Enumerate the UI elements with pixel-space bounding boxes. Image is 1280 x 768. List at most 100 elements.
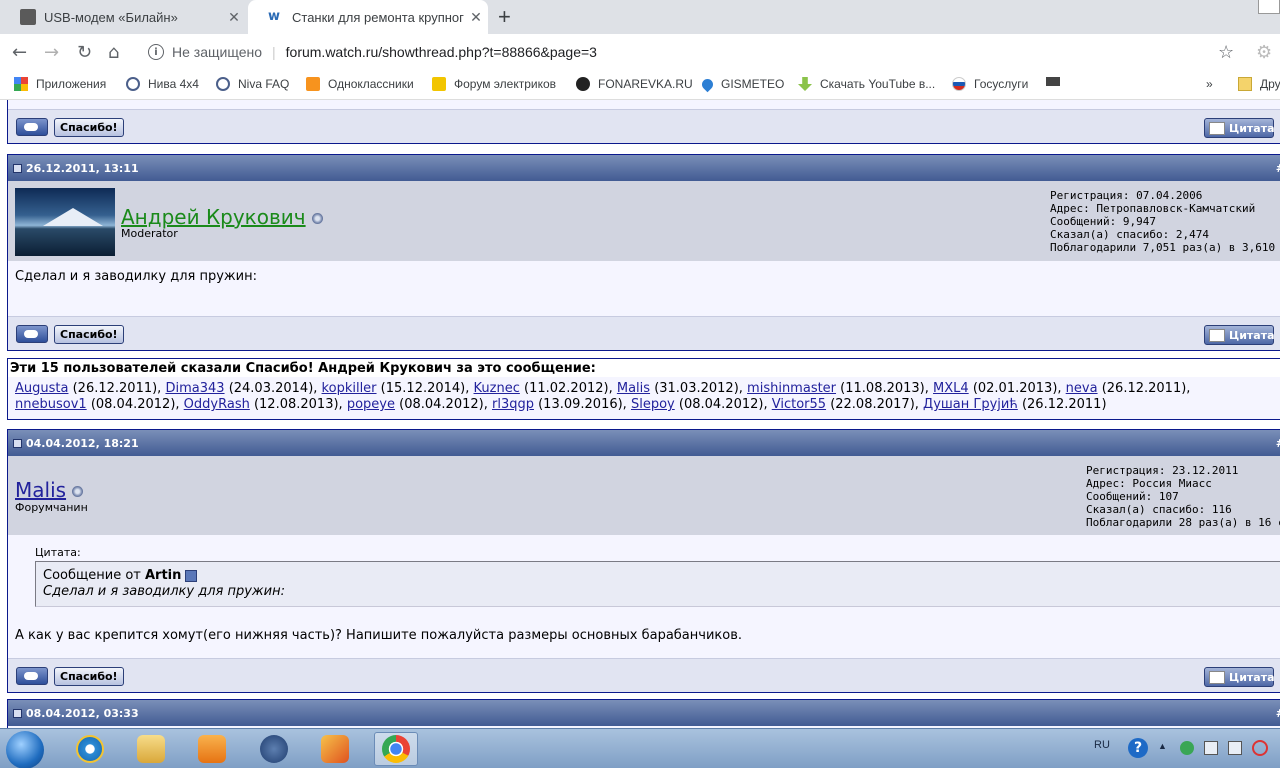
help-icon[interactable]: ? (1128, 738, 1148, 758)
post-body: Сделал и я заводилку для пружин: (8, 261, 1280, 316)
gosuslugi-icon (952, 77, 966, 91)
thanks-user-link[interactable]: popeye (347, 397, 395, 412)
thanks-button[interactable]: Спасибо! (54, 325, 124, 344)
bookmark-laptop[interactable] (1046, 77, 1068, 86)
start-button[interactable] (6, 731, 44, 768)
thanks-user-link[interactable]: nnebusov1 (15, 397, 87, 412)
thanks-user-link[interactable]: Kuznec (474, 381, 520, 396)
paint-icon (321, 735, 349, 763)
tab-usb-modem[interactable]: USB-модем «Билайн» ✕ (0, 0, 246, 34)
taskbar-paint[interactable] (313, 732, 357, 766)
avatar[interactable] (15, 188, 115, 256)
info-icon[interactable]: i (148, 44, 164, 60)
thanks-user-link[interactable]: rl3qgp (492, 397, 534, 412)
back-icon[interactable]: ← (12, 42, 27, 63)
home-icon[interactable]: ⌂ (108, 42, 119, 63)
quote-author: Artin (145, 568, 182, 583)
offline-status-icon (72, 486, 84, 497)
post-number[interactable]: # (1276, 707, 1280, 720)
quote-box: Сообщение от Artin Сделал и я заводилку … (35, 561, 1280, 607)
network-icon[interactable] (1228, 741, 1242, 755)
reply-bubble-icon[interactable] (16, 118, 48, 136)
post-header: 04.04.2012, 18:21 # (8, 430, 1280, 456)
tab-strip: USB-модем «Билайн» ✕ w Станки для ремонт… (0, 0, 1280, 34)
thanks-user-link[interactable]: Victor55 (772, 397, 826, 412)
close-tab-icon[interactable]: ✕ (464, 9, 488, 26)
thanks-user-link[interactable]: kopkiller (322, 381, 377, 396)
post-footer: Спасибо! Цитата (8, 109, 1280, 143)
bookmark-electricians[interactable]: Форум электриков (432, 77, 556, 91)
security-label: Не защищено (172, 44, 262, 60)
thanks-button[interactable]: Спасибо! (54, 118, 124, 137)
username[interactable]: Андрей Крукович (121, 205, 323, 229)
niva-icon (126, 77, 140, 91)
bookmark-fonarevka[interactable]: FONAREVKA.RU (576, 77, 693, 91)
thanks-user-link[interactable]: OddyRash (184, 397, 250, 412)
quote-icon (1209, 122, 1225, 135)
extension-icon[interactable]: ⚙ (1256, 42, 1272, 63)
tray-expand-icon[interactable]: ▲ (1158, 741, 1167, 751)
fonarevka-icon (576, 77, 590, 91)
thanks-user-link[interactable]: Slepoy (631, 397, 675, 412)
thanks-button[interactable]: Спасибо! (54, 667, 124, 686)
laptop-icon (20, 9, 36, 25)
quote-label: Цитата: (35, 546, 81, 559)
volume-muted-icon[interactable] (1252, 740, 1268, 756)
taskbar-hp[interactable] (252, 732, 296, 766)
windows-taskbar: RU ? ▲ (0, 728, 1280, 768)
thanks-user-link[interactable]: MXL4 (933, 381, 969, 396)
thanks-user-link[interactable]: Душан Грујић (923, 397, 1018, 412)
window-controls[interactable] (1258, 0, 1280, 14)
thanks-user-link[interactable]: Malis (617, 381, 650, 396)
new-tab-button[interactable]: + (498, 4, 511, 30)
explorer-icon (137, 735, 165, 763)
bookmark-star-icon[interactable]: ☆ (1218, 42, 1234, 63)
taskbar-ie[interactable] (68, 732, 112, 766)
quote-icon (1209, 329, 1225, 342)
view-post-arrow-icon[interactable] (185, 569, 198, 582)
media-player-icon (198, 735, 226, 763)
taskbar-chrome[interactable] (374, 732, 418, 766)
close-tab-icon[interactable]: ✕ (222, 9, 246, 26)
language-indicator[interactable]: RU (1094, 739, 1110, 751)
bookmarks-more[interactable]: » (1206, 77, 1213, 91)
bookmark-ok[interactable]: Одноклассники (306, 77, 414, 91)
reply-bubble-icon[interactable] (16, 325, 48, 343)
bookmark-niva-faq[interactable]: Niva FAQ (216, 77, 289, 91)
quote-button[interactable]: Цитата (1204, 325, 1275, 345)
bookmark-youtube-download[interactable]: Скачать YouTube в... (798, 77, 935, 91)
forum-post: 26.12.2011, 13:11 # Андрей Крукович Mode… (7, 154, 1280, 351)
tab-watch-forum[interactable]: w Станки для ремонта крупногаба ✕ (248, 0, 488, 34)
quote-button[interactable]: Цитата (1204, 118, 1275, 138)
ie-icon (76, 735, 104, 763)
reply-bubble-icon[interactable] (16, 667, 48, 685)
offline-status-icon (311, 213, 323, 224)
divider: | (272, 44, 276, 60)
quote-button[interactable]: Цитата (1204, 667, 1275, 687)
tray-app-icon[interactable] (1180, 741, 1194, 755)
url-text[interactable]: forum.watch.ru/showthread.php?t=88866&pa… (286, 44, 597, 60)
username[interactable]: Malis (15, 478, 84, 502)
post-number[interactable]: # (1276, 437, 1280, 450)
taskbar-explorer[interactable] (129, 732, 173, 766)
bookmark-gosuslugi[interactable]: Госуслуги (952, 77, 1028, 91)
reload-icon[interactable]: ↻ (77, 42, 92, 63)
taskbar-media-player[interactable] (190, 732, 234, 766)
thanks-user-link[interactable]: Augusta (15, 381, 68, 396)
hp-icon (260, 735, 288, 763)
bookmark-gismeteo[interactable]: GISMETEO (699, 76, 784, 92)
address-bar[interactable]: i Не защищено | forum.watch.ru/showthrea… (140, 38, 1250, 66)
tray-device-icon[interactable] (1204, 741, 1218, 755)
bookmark-other[interactable]: Дру (1238, 77, 1280, 91)
quote-text: Сделал и я заводилку для пружин: (43, 584, 285, 599)
bookmark-apps[interactable]: Приложения (14, 77, 106, 91)
bookmark-niva[interactable]: Нива 4х4 (126, 77, 199, 91)
drop-icon (699, 76, 716, 92)
thanks-user-link[interactable]: Dima343 (165, 381, 224, 396)
thanks-user-link[interactable]: mishinmaster (747, 381, 836, 396)
user-stats: Регистрация: 07.04.2006 Адрес: Петропавл… (1050, 189, 1280, 254)
thanks-user-link[interactable]: neva (1066, 381, 1098, 396)
niva-icon (216, 77, 230, 91)
post-number[interactable]: # (1276, 162, 1280, 175)
forward-icon[interactable]: → (44, 42, 59, 63)
